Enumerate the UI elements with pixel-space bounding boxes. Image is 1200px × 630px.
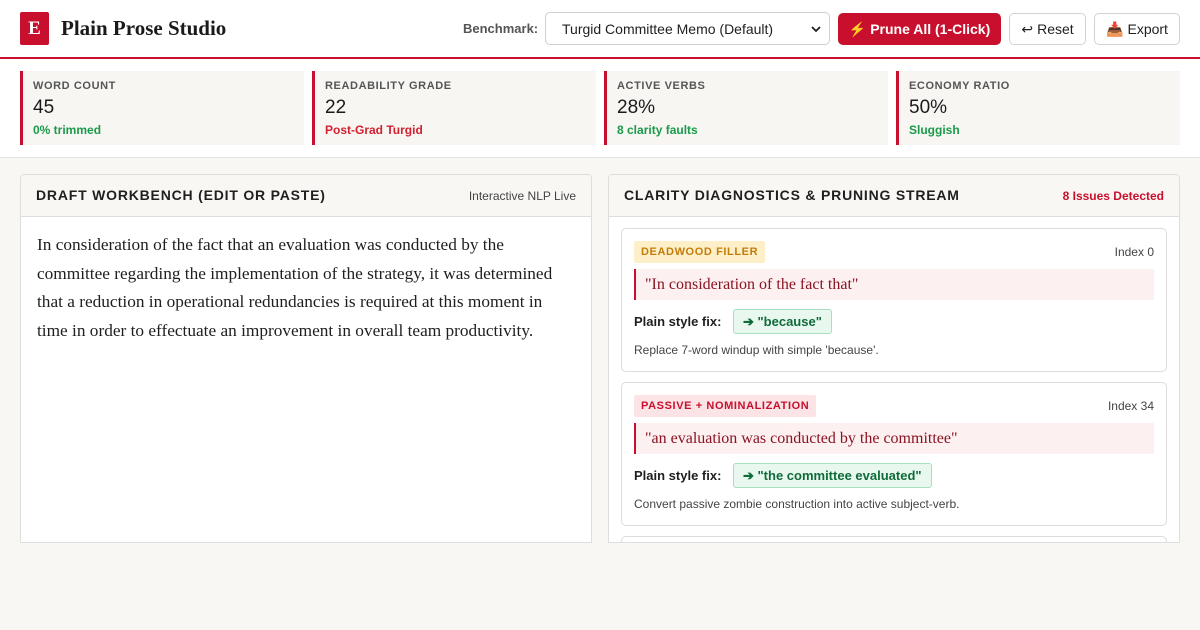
stat-value: 50% — [909, 97, 948, 118]
draft-workbench-panel: DRAFT WORKBENCH (EDIT OR PASTE) Interact… — [20, 174, 592, 543]
app-header: E Plain Prose Studio Benchmark: Turgid C… — [0, 0, 1200, 59]
export-button[interactable]: 📥 Export — [1094, 13, 1180, 45]
issue-index: Index 0 — [1114, 245, 1154, 259]
stat-note: 8 clarity faults — [617, 123, 698, 137]
chevron-down-icon — [811, 26, 821, 33]
export-label: Export — [1127, 21, 1168, 37]
app-logo: E — [20, 12, 49, 45]
issue-card[interactable] — [621, 536, 1167, 542]
stat-label: ACTIVE VERBS — [617, 80, 706, 92]
prune-all-label: Prune All (1-Click) — [870, 21, 991, 37]
stat-note: Sluggish — [909, 123, 960, 137]
fix-suggestion-button[interactable]: ➔ "because" — [733, 309, 832, 334]
benchmark-select[interactable]: Turgid Committee Memo (Default) — [545, 12, 830, 45]
draft-editor[interactable]: In consideration of the fact that an eva… — [37, 231, 577, 346]
issue-tag: PASSIVE + NOMINALIZATION — [634, 395, 817, 417]
stat-value: 45 — [33, 97, 55, 118]
prune-all-button[interactable]: ⚡ Prune All (1-Click) — [838, 13, 1001, 45]
stat-label: ECONOMY RATIO — [909, 80, 1010, 92]
stat-value: 22 — [325, 97, 347, 118]
issue-description: Replace 7-word windup with simple 'becau… — [634, 343, 879, 357]
stat-readability-grade: READABILITY GRADE 22 Post-Grad Turgid — [312, 71, 596, 145]
reset-label: Reset — [1037, 21, 1074, 37]
panel-header: CLARITY DIAGNOSTICS & PRUNING STREAM 8 I… — [609, 175, 1179, 217]
stat-label: WORD COUNT — [33, 80, 116, 92]
issue-index: Index 34 — [1107, 399, 1154, 413]
stat-word-count: WORD COUNT 45 0% trimmed — [20, 71, 304, 145]
stat-note: 0% trimmed — [33, 123, 102, 137]
stats-strip: WORD COUNT 45 0% trimmed READABILITY GRA… — [0, 59, 1200, 158]
panel-title: CLARITY DIAGNOSTICS & PRUNING STREAM — [624, 187, 960, 203]
panel-header: DRAFT WORKBENCH (EDIT OR PASTE) Interact… — [21, 175, 591, 217]
issue-count-badge: 8 Issues Detected — [1062, 189, 1164, 203]
issue-card[interactable]: DEADWOOD FILLER Index 0 "In consideratio… — [621, 228, 1167, 372]
diagnostics-panel: CLARITY DIAGNOSTICS & PRUNING STREAM 8 I… — [608, 174, 1180, 543]
stat-label: READABILITY GRADE — [325, 80, 452, 92]
reset-button[interactable]: ↩ Reset — [1009, 13, 1086, 45]
stat-active-verbs: ACTIVE VERBS 28% 8 clarity faults — [604, 71, 888, 145]
inbox-tray-icon: 📥 — [1106, 20, 1124, 37]
fix-suggestion-button[interactable]: ➔ "the committee evaluated" — [733, 463, 932, 488]
benchmark-label: Benchmark: — [463, 21, 539, 36]
issue-quote: "an evaluation was conducted by the comm… — [634, 423, 1154, 454]
issue-description: Convert passive zombie construction into… — [634, 497, 960, 511]
stat-economy-ratio: ECONOMY RATIO 50% Sluggish — [896, 71, 1180, 145]
stat-value: 28% — [617, 97, 656, 118]
lightning-icon: ⚡ — [848, 20, 867, 37]
app-title: Plain Prose Studio — [61, 16, 227, 40]
issue-quote: "In consideration of the fact that" — [634, 269, 1154, 300]
panel-title: DRAFT WORKBENCH (EDIT OR PASTE) — [36, 187, 326, 203]
benchmark-select-value: Turgid Committee Memo (Default) — [562, 20, 774, 37]
stat-note: Post-Grad Turgid — [325, 123, 423, 137]
undo-arrow-icon: ↩ — [1021, 20, 1034, 37]
fix-label: Plain style fix: — [634, 468, 722, 483]
issue-tag: DEADWOOD FILLER — [634, 241, 766, 263]
live-status: Interactive NLP Live — [468, 189, 576, 203]
issue-card[interactable]: PASSIVE + NOMINALIZATION Index 34 "an ev… — [621, 382, 1167, 526]
fix-label: Plain style fix: — [634, 314, 722, 329]
